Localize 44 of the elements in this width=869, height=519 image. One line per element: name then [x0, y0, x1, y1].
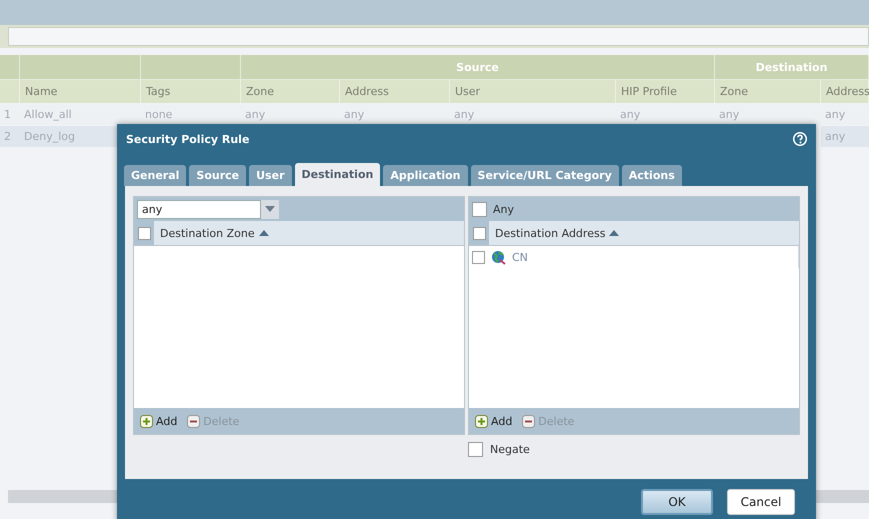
- group-header: Source: [241, 55, 715, 80]
- checkbox[interactable]: [472, 226, 486, 240]
- add-button[interactable]: Add: [140, 414, 178, 428]
- checkbox[interactable]: [472, 250, 485, 264]
- tab[interactable]: User: [249, 165, 292, 186]
- caret-icon: [265, 206, 275, 212]
- group-header: Destination: [715, 55, 869, 80]
- tab[interactable]: Destination: [294, 163, 380, 186]
- tab[interactable]: General: [124, 165, 186, 186]
- column-header[interactable]: Zone: [715, 80, 821, 103]
- tab[interactable]: Source: [189, 165, 246, 186]
- checkbox-label: Any: [493, 202, 514, 216]
- cancel-button[interactable]: Cancel: [727, 489, 795, 515]
- column-header[interactable]: Tags: [141, 80, 241, 103]
- globe-icon: [491, 250, 506, 264]
- tab[interactable]: Service/URL Category: [470, 165, 619, 186]
- checkbox[interactable]: [472, 202, 487, 216]
- remove-icon: [522, 414, 536, 428]
- column-label[interactable]: Destination Zone: [154, 226, 255, 240]
- column-header[interactable]: Name: [20, 80, 141, 103]
- tab[interactable]: Application: [383, 165, 468, 186]
- sort-icon: [258, 230, 269, 236]
- add-button[interactable]: Add: [475, 414, 512, 428]
- add-icon: [140, 414, 153, 428]
- column-header[interactable]: Address: [821, 80, 869, 103]
- remove-icon: [187, 414, 200, 428]
- row-number: 2: [0, 126, 20, 147]
- column-label[interactable]: Destination Address: [489, 226, 606, 240]
- checkbox[interactable]: [138, 226, 150, 240]
- column-header[interactable]: HIP Profile: [616, 80, 715, 103]
- help-icon[interactable]: [792, 131, 808, 147]
- checkbox[interactable]: [468, 442, 483, 457]
- table-cell: any: [821, 126, 869, 147]
- list-item[interactable]: CN: [512, 250, 528, 264]
- column-header[interactable]: User: [450, 80, 616, 103]
- column-header[interactable]: Address: [340, 80, 450, 103]
- tab[interactable]: Actions: [622, 165, 682, 186]
- sort-icon: [609, 230, 620, 236]
- add-icon: [475, 414, 488, 428]
- checkbox-label: Negate: [490, 443, 530, 456]
- column-header: [0, 80, 20, 103]
- column-header[interactable]: Zone: [241, 80, 340, 103]
- filter-field[interactable]: [8, 27, 869, 46]
- ok-button[interactable]: OK: [641, 489, 713, 515]
